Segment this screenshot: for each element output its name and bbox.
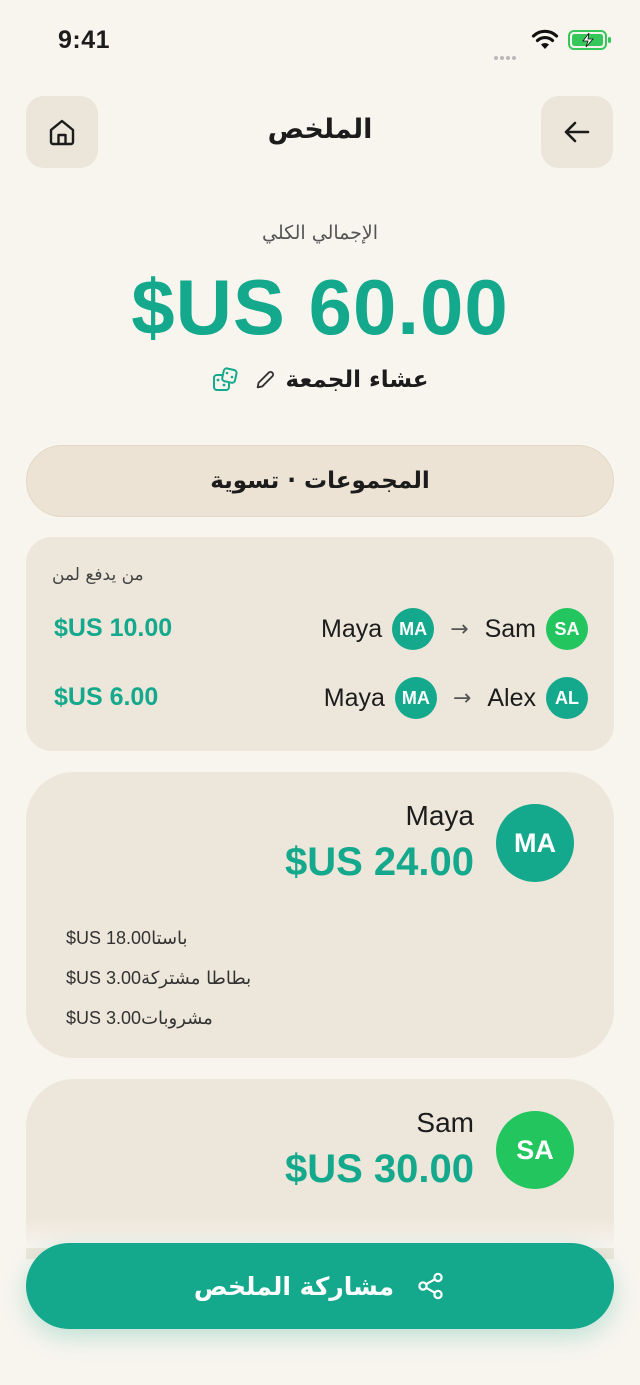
avatar: AL xyxy=(546,677,588,719)
status-time: 9:41 xyxy=(58,26,111,54)
item-label: مشروبات xyxy=(141,1008,213,1029)
avatar: MA xyxy=(496,804,574,882)
avatar: MA xyxy=(394,677,437,719)
list-item: $US 18.00 باستا xyxy=(66,928,188,949)
total-label: الإجمالي الكلي xyxy=(262,222,378,244)
settlement-amount: $US 6.00 xyxy=(54,683,159,711)
item-price: $US 3.00 xyxy=(66,968,142,988)
person-amount: $US 30.00 xyxy=(284,1147,474,1191)
avatar: MA xyxy=(392,608,435,650)
list-item: $US 3.00 بطاطا مشتركة xyxy=(66,968,251,989)
arrow-left-icon xyxy=(564,121,590,143)
item-price: $US 18.00 xyxy=(66,928,152,948)
pencil-icon[interactable] xyxy=(254,369,276,391)
header: الملخص xyxy=(0,96,640,170)
groups-settlement-tab[interactable]: المجموعات · تسوية xyxy=(26,445,614,517)
summary-screen: 9:41 الملخص الإجمالي الكلي $US 60.00 عشا… xyxy=(0,0,640,1385)
arrow-right-icon: → xyxy=(450,616,469,642)
payee-name: Maya xyxy=(323,683,385,712)
battery-icon xyxy=(568,30,611,50)
signal-icon xyxy=(494,45,518,64)
settlement-card: من يدفع لمن $US 10.00 Maya MA → Sam SA $… xyxy=(26,537,614,751)
home-icon xyxy=(49,119,75,146)
settlement-people: Maya MA → Alex AL xyxy=(324,677,588,719)
item-label: بطاطا مشتركة xyxy=(141,968,252,989)
event-name: عشاء الجمعة xyxy=(285,367,429,393)
settlement-amount: $US 10.00 xyxy=(54,614,173,642)
back-button[interactable] xyxy=(541,96,613,168)
share-button-label: مشاركة الملخص xyxy=(193,1271,395,1301)
page-title: الملخص xyxy=(267,114,373,145)
item-label: باستا xyxy=(151,928,188,949)
avatar: SA xyxy=(496,1111,574,1189)
share-summary-button[interactable]: مشاركة الملخص xyxy=(26,1243,614,1329)
settlement-title: من يدفع لمن xyxy=(52,565,144,585)
person-card-maya[interactable]: MA Maya $US 24.00 $US 18.00 باستا $US 3.… xyxy=(26,772,614,1058)
dice-icon[interactable] xyxy=(212,366,240,394)
settlement-row: $US 6.00 Maya MA → Alex AL xyxy=(26,674,614,722)
share-icon xyxy=(418,1272,443,1300)
person-name: Sam xyxy=(416,1107,474,1138)
payer-name: Alex xyxy=(487,683,536,712)
arrow-right-icon: → xyxy=(452,685,472,711)
settlement-people: Maya MA → Sam SA xyxy=(321,608,588,650)
person-amount: $US 24.00 xyxy=(284,840,474,884)
person-name: Maya xyxy=(405,800,474,831)
payee-name: Maya xyxy=(321,614,383,643)
avatar: SA xyxy=(546,608,588,650)
list-item: $US 3.00 مشروبات xyxy=(66,1008,213,1029)
home-button[interactable] xyxy=(26,96,98,168)
status-bar: 9:41 xyxy=(0,0,640,80)
total-amount: $US 60.00 xyxy=(131,263,509,351)
wifi-icon xyxy=(531,29,559,49)
payer-name: Sam xyxy=(484,614,536,643)
settlement-row: $US 10.00 Maya MA → Sam SA xyxy=(26,605,614,653)
event-row: عشاء الجمعة xyxy=(0,366,640,394)
item-price: $US 3.00 xyxy=(66,1008,142,1028)
